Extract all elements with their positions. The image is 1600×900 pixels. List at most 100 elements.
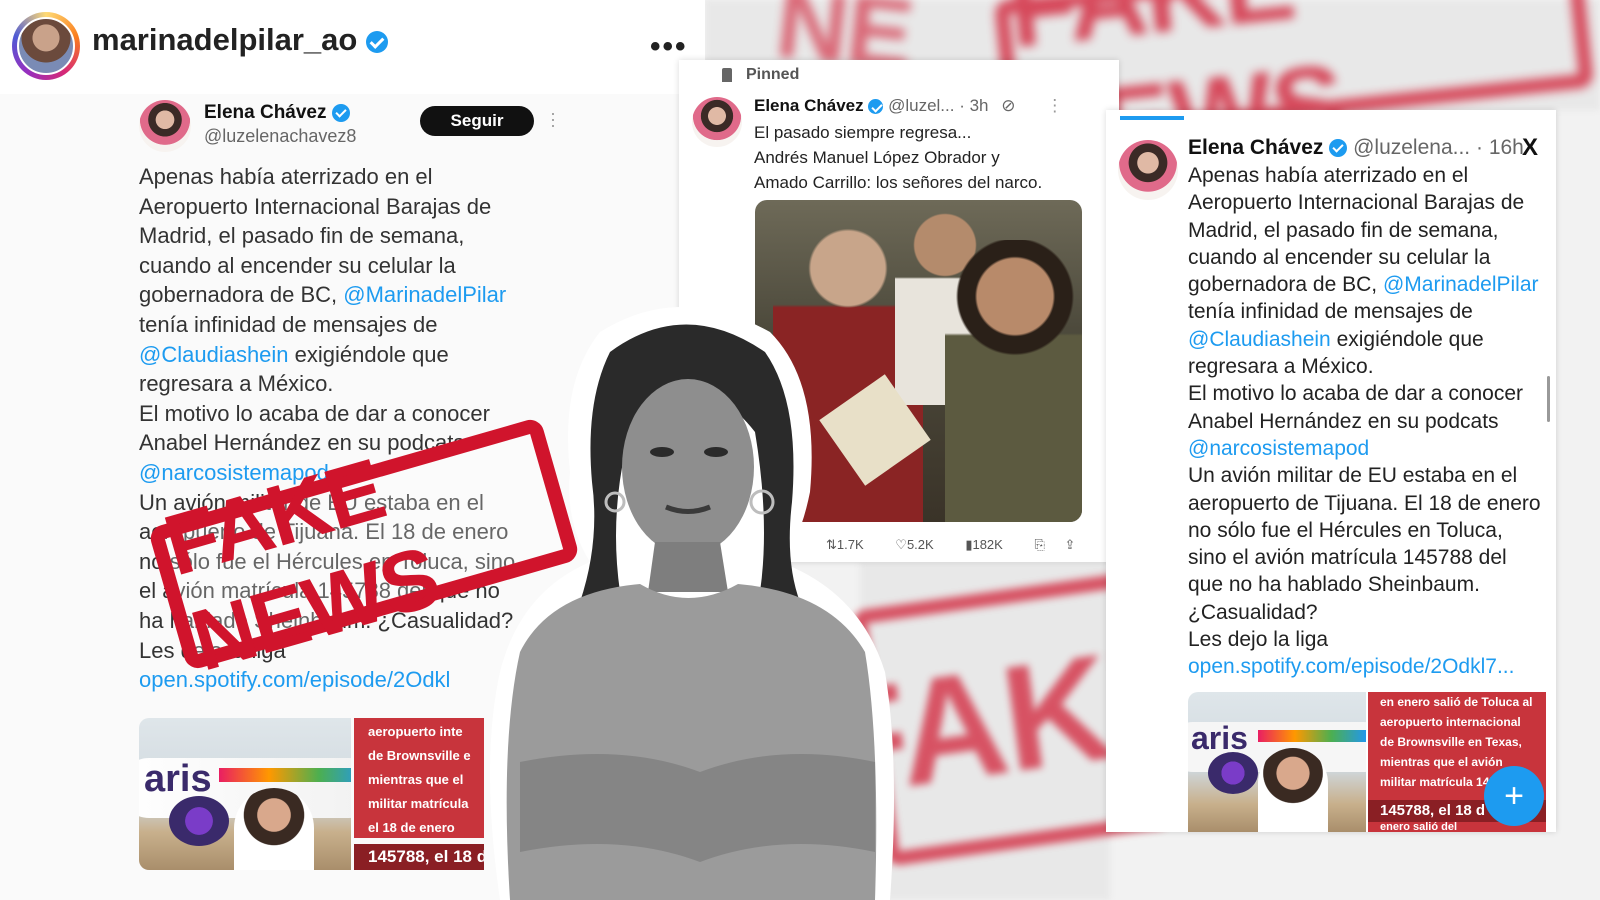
mention-link[interactable]: @Claudiashein bbox=[1188, 328, 1331, 351]
tweet-line: Anabel Hernández en su podcats bbox=[1188, 409, 1499, 433]
pinned-label: Pinned bbox=[722, 66, 799, 84]
profile-avatar[interactable] bbox=[12, 12, 80, 80]
post-time: · 3h bbox=[959, 96, 989, 115]
views-count: 182K bbox=[972, 537, 1003, 552]
tweet-line: @Claudiashein exigiéndole que bbox=[139, 341, 449, 367]
tweet-line: gobernadora de BC, @MarinadelPilar bbox=[1188, 273, 1539, 297]
tweet-body: El pasado siempre regresa... Andrés Manu… bbox=[754, 120, 1042, 195]
tweet-line: Madrid, el pasado fin de semana, bbox=[139, 223, 465, 249]
airplane-stripe bbox=[219, 768, 351, 782]
mention-link[interactable]: open.spotify.com/episode/2Odkl bbox=[139, 667, 450, 692]
profile-username[interactable]: marinadelpilar_ao bbox=[92, 22, 388, 58]
verified-badge-icon bbox=[365, 30, 388, 53]
media-line: militar matrícula bbox=[368, 796, 469, 811]
tweet-line: open.spotify.com/episode/2Odkl7... bbox=[1188, 653, 1548, 680]
person-photo bbox=[234, 788, 314, 870]
author-row: Elena Chávez @luzelena... · 16h bbox=[1188, 136, 1524, 160]
tweet-more-icon[interactable]: · · · bbox=[550, 104, 556, 134]
username-text[interactable]: marinadelpilar_ao bbox=[92, 22, 357, 57]
author-avatar[interactable] bbox=[139, 100, 191, 152]
more-dots-icon[interactable]: ••• bbox=[650, 30, 688, 64]
author-block: Elena Chávez @luzelenachavez8 bbox=[204, 102, 356, 147]
tweet-media-text: aeropuerto inte de Brownsville e mientra… bbox=[354, 718, 484, 838]
author-row: Elena Chávez @luzel... · 3h ⊘ ⋮ bbox=[754, 96, 1063, 116]
airline-logo: aris bbox=[144, 758, 212, 800]
pinned-text: Pinned bbox=[746, 66, 800, 83]
author-name[interactable]: Elena Chávez bbox=[204, 102, 327, 123]
scrollbar[interactable] bbox=[1547, 376, 1550, 422]
tweet-line: no sólo fue el Hércules en Toluca, bbox=[1188, 518, 1503, 542]
tweet-line: @Claudiashein exigiéndole que bbox=[1188, 327, 1484, 351]
media-line: de Brownsville e bbox=[368, 748, 471, 763]
media-line: aeropuerto inte bbox=[368, 724, 463, 739]
tweet-line: Aeropuerto Internacional Barajas de bbox=[139, 193, 492, 219]
mention-link[interactable]: @narcosistemapod bbox=[1188, 437, 1369, 460]
engine-shape bbox=[1208, 752, 1258, 794]
mention-link[interactable]: open.spotify.com/episode/2Odkl7... bbox=[1188, 655, 1514, 678]
engine-shape bbox=[169, 796, 229, 846]
eye-shape bbox=[650, 447, 674, 457]
airline-logo: aris bbox=[1191, 720, 1248, 756]
media-line: de Brownsville en Texas, bbox=[1380, 735, 1522, 749]
progress-bar bbox=[1120, 116, 1184, 120]
person-photo bbox=[1258, 748, 1328, 832]
tweet-line: ¿Casualidad? bbox=[1188, 600, 1318, 624]
tweet-line: El pasado siempre regresa... bbox=[754, 123, 972, 142]
tweet-body: Apenas había aterrizado en el Aeropuerto … bbox=[1188, 162, 1548, 681]
tweet-line: Apenas había aterrizado en el bbox=[139, 164, 433, 189]
eye-shape bbox=[704, 447, 728, 457]
tweet-line: cuando al encender su celular la bbox=[139, 252, 456, 278]
media-line: mientras que el bbox=[368, 772, 464, 787]
tweet-line: gobernadora de BC, @MarinadelPilar bbox=[139, 282, 507, 308]
author-handle[interactable]: @luzel... bbox=[888, 96, 954, 115]
tweet-line: Un avión militar de EU estaba en el bbox=[1188, 464, 1518, 488]
follow-button[interactable]: Seguir bbox=[420, 106, 534, 136]
author-name[interactable]: Elena Chávez bbox=[754, 96, 864, 115]
portrait-cutout bbox=[490, 307, 894, 900]
tweet-line: tenía infinidad de mensajes de bbox=[139, 311, 438, 337]
like-count: 5.2K bbox=[906, 537, 934, 552]
tweet-line: Apenas había aterrizado en el bbox=[1188, 164, 1469, 187]
neck-shape bbox=[648, 542, 728, 592]
verified-badge-icon bbox=[331, 103, 350, 122]
x-logo-icon[interactable]: X bbox=[1522, 134, 1538, 162]
tweet-line: @narcosistemapod bbox=[1188, 435, 1548, 462]
tweet-line: aeropuerto de Tijuana. El 18 de enero bbox=[1188, 491, 1541, 515]
tweet-line: open.spotify.com/episode/2Odkl bbox=[139, 665, 539, 695]
tweet-line: sino el avión matrícula 145788 del bbox=[1188, 546, 1507, 570]
media-line: el 18 de enero bbox=[368, 820, 455, 835]
author-name[interactable]: Elena Chávez bbox=[1188, 136, 1323, 159]
media-line: aeropuerto internacional bbox=[1380, 715, 1521, 729]
tweet-media-photo[interactable]: aris bbox=[139, 718, 351, 870]
post-time: · 16h bbox=[1476, 136, 1524, 159]
mention-link[interactable]: @MarinadelPilar bbox=[1383, 273, 1539, 296]
tweet-line: Andrés Manuel López Obrador y bbox=[754, 148, 1000, 167]
tweet-line: que no ha hablado Sheinbaum. bbox=[1188, 573, 1480, 597]
tweet-more-icon[interactable]: ⋮ bbox=[1046, 96, 1063, 115]
tweet-line: cuando al encender su celular la bbox=[1188, 245, 1491, 269]
author-avatar[interactable] bbox=[692, 97, 742, 147]
face-shape bbox=[622, 379, 754, 555]
share-icon[interactable]: ⇪ bbox=[1065, 537, 1076, 552]
tweet-line: Les dejo la liga bbox=[1188, 628, 1329, 652]
tweet-line: Aeropuerto Internacional Barajas de bbox=[1188, 191, 1525, 215]
grok-icon[interactable]: ⊘ bbox=[1001, 96, 1015, 115]
airplane-stripe bbox=[1258, 730, 1366, 742]
compose-fab-button[interactable]: + bbox=[1484, 766, 1544, 826]
tweet-line: regresara a México. bbox=[1188, 355, 1374, 379]
tweet-line: Amado Carrillo: los señores del narco. bbox=[754, 173, 1043, 192]
media-line: en enero salió de Toluca al bbox=[1380, 695, 1533, 709]
media-highlight: 145788, el 18 d bbox=[354, 844, 484, 870]
pin-icon bbox=[722, 67, 732, 82]
tweet-line: El motivo lo acaba de dar a conocer bbox=[1188, 382, 1524, 406]
tweet-line: tenía infinidad de mensajes de bbox=[1188, 300, 1473, 324]
author-handle[interactable]: @luzelenachavez8 bbox=[204, 126, 356, 147]
verified-badge-icon bbox=[1329, 139, 1348, 158]
author-handle[interactable]: @luzelena... bbox=[1353, 136, 1470, 159]
mention-link[interactable]: @Claudiashein bbox=[139, 342, 289, 367]
bookmark-icon[interactable]: ⎘ bbox=[1034, 537, 1044, 552]
verified-badge-icon bbox=[868, 99, 884, 115]
tweet-media-photo[interactable]: aris bbox=[1188, 692, 1366, 832]
author-avatar[interactable] bbox=[1118, 140, 1178, 200]
tweet-line: regresara a México. bbox=[139, 371, 334, 397]
